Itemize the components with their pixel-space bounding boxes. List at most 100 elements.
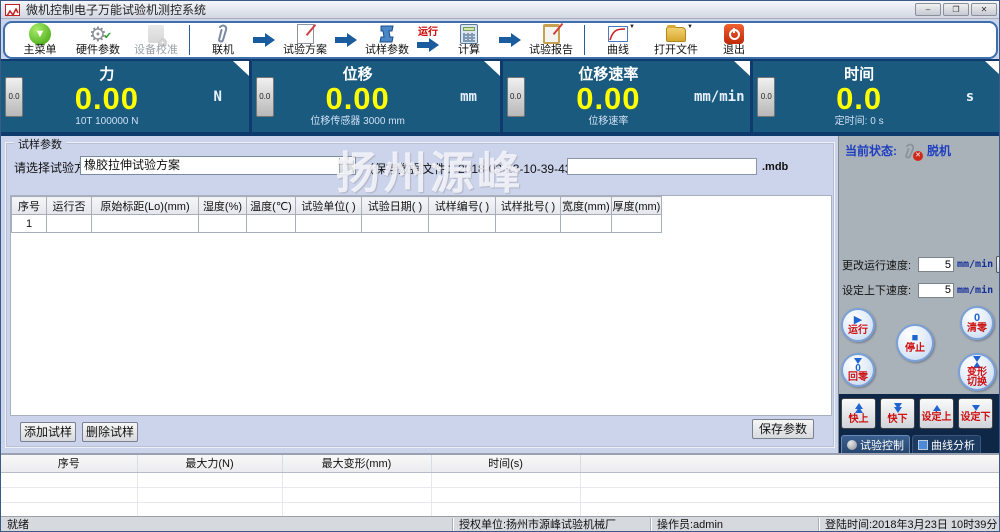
cell[interactable]	[580, 487, 1000, 502]
tab-test-control[interactable]: 试验控制	[841, 435, 910, 453]
time-meter: 0.0 时间 0.0 定时间: 0 s s	[753, 61, 1000, 132]
cell[interactable]	[137, 502, 282, 517]
jog-speed-input[interactable]	[918, 283, 954, 298]
col-header: 厚度(mm)	[611, 197, 662, 215]
run-speed-input[interactable]	[918, 257, 954, 272]
jog-speed-unit: mm/min	[957, 285, 993, 296]
minimize-button[interactable]: –	[915, 3, 941, 16]
gear-check-icon: ⚙✔	[89, 24, 107, 44]
cell[interactable]	[1, 502, 137, 517]
clear-zero-button[interactable]: 0 清零	[960, 306, 994, 340]
main-toolbar: ▼ 主菜单 ⚙✔ 硬件参数 设备校准 联机 试验方案	[3, 21, 998, 59]
col-header: 运行否	[47, 197, 92, 215]
cell[interactable]	[282, 487, 431, 502]
toolbar-connect[interactable]: 联机	[194, 23, 252, 57]
cell[interactable]	[580, 502, 1000, 517]
toolbar-device-calibration: 设备校准	[127, 23, 185, 57]
return-zero-button[interactable]: 0 回零	[841, 353, 875, 387]
cell[interactable]	[137, 487, 282, 502]
authorized-unit: 授权单位:扬州市源峰试验机械厂	[453, 518, 651, 532]
cell[interactable]	[362, 215, 429, 233]
toolbar-test-scheme[interactable]: 试验方案	[276, 23, 334, 57]
col-header: 试验单位( )	[296, 197, 362, 215]
restore-button[interactable]: ❐	[943, 3, 969, 16]
cell[interactable]	[199, 215, 247, 233]
cell[interactable]	[282, 472, 431, 487]
col-header: 试样批号( )	[496, 197, 561, 215]
cell[interactable]	[429, 215, 496, 233]
col-header: 试验日期( )	[362, 197, 429, 215]
calibration-icon	[148, 24, 164, 44]
time-zero-button[interactable]: 0.0	[757, 77, 775, 117]
dropdown-arrow-icon: ▼	[687, 24, 693, 30]
cell[interactable]	[47, 215, 92, 233]
flow-arrow-icon	[498, 23, 522, 57]
corner-fold	[484, 61, 500, 76]
power-icon	[724, 24, 744, 44]
speed-zero-button[interactable]: 0.0	[507, 77, 525, 117]
scheme-combobox[interactable]: 橡胶拉伸试验方案 ▼	[80, 156, 356, 175]
cell[interactable]	[137, 472, 282, 487]
cell[interactable]: 1	[12, 215, 47, 233]
cell[interactable]	[431, 487, 580, 502]
set-down-button[interactable]: 设定下	[958, 398, 993, 429]
scheme-value: 橡胶拉伸试验方案	[84, 158, 180, 172]
cell[interactable]	[92, 215, 199, 233]
cell[interactable]	[1, 472, 137, 487]
main-menu-icon: ▼	[29, 24, 51, 44]
deformation-switch-button[interactable]: 变形 切换	[958, 353, 996, 391]
speed-value: 0.00	[525, 83, 693, 115]
set-up-button[interactable]: 设定上	[919, 398, 954, 429]
cell[interactable]	[431, 472, 580, 487]
send-button[interactable]: 发送	[996, 256, 1000, 273]
file-extension-label: .mdb	[762, 161, 788, 173]
cell[interactable]	[580, 472, 1000, 487]
cell[interactable]	[1, 487, 137, 502]
force-zero-button[interactable]: 0.0	[5, 77, 23, 117]
cell[interactable]	[282, 502, 431, 517]
fast-up-button[interactable]: 快上	[841, 398, 876, 429]
combo-dropdown-icon[interactable]: ▼	[339, 158, 354, 173]
tab-curve-analysis[interactable]: 曲线分析	[912, 435, 981, 453]
toolbar-divider	[189, 25, 190, 55]
results-row	[1, 487, 1000, 502]
meter-strip: 0.0 力 0.00 10T 100000 N N 0.0 位移 0.00 位移…	[1, 59, 1000, 136]
toolbar-open-file[interactable]: ▼ 打开文件	[647, 23, 705, 57]
col-header: 试样编号( )	[429, 197, 496, 215]
cell[interactable]	[611, 215, 662, 233]
operator-info: 操作员:admin	[651, 518, 819, 532]
cell[interactable]	[247, 215, 296, 233]
delete-specimen-button[interactable]: 删除试样	[82, 422, 138, 442]
run-button[interactable]: ▶ 运行	[841, 308, 875, 342]
close-button[interactable]: ✕	[971, 3, 997, 16]
fast-down-button[interactable]: 快下	[880, 398, 915, 429]
stop-button[interactable]: ■ 停止	[896, 324, 934, 362]
displacement-sensor: 位移传感器 3000 mm	[274, 115, 442, 128]
cell[interactable]	[561, 215, 612, 233]
table-row: 1	[12, 215, 662, 233]
cell[interactable]	[496, 215, 561, 233]
toolbar-hardware-params[interactable]: ⚙✔ 硬件参数	[69, 23, 127, 57]
filename-input[interactable]	[567, 158, 757, 175]
add-specimen-button[interactable]: 添加试样	[20, 422, 76, 442]
toolbar-test-report[interactable]: 试验报告	[522, 23, 580, 57]
displacement-zero-button[interactable]: 0.0	[256, 77, 274, 117]
toolbar-main-menu[interactable]: ▼ 主菜单	[11, 23, 69, 57]
clipboard-icon	[543, 24, 560, 44]
toolbar-curve[interactable]: ▼ 曲线	[589, 23, 647, 57]
gear-icon	[847, 440, 857, 450]
current-status-value: 脱机	[927, 142, 951, 159]
stop-square-icon: ■	[912, 333, 919, 344]
cell[interactable]	[296, 215, 362, 233]
results-header-row: 序号 最大力(N) 最大变形(mm) 时间(s)	[1, 455, 1000, 472]
chart-icon	[918, 440, 928, 450]
toolbar-calculate[interactable]: 计算	[440, 23, 498, 57]
ready-status: 就绪	[1, 518, 453, 532]
toolbar-specimen-params[interactable]: 试样参数	[358, 23, 416, 57]
time-value: 0.0	[775, 83, 943, 115]
toolbar-exit[interactable]: 退出	[705, 23, 763, 57]
cell[interactable]	[431, 502, 580, 517]
col-header: 时间(s)	[431, 455, 580, 472]
save-params-button[interactable]: 保存参数	[752, 419, 814, 439]
results-row	[1, 502, 1000, 517]
